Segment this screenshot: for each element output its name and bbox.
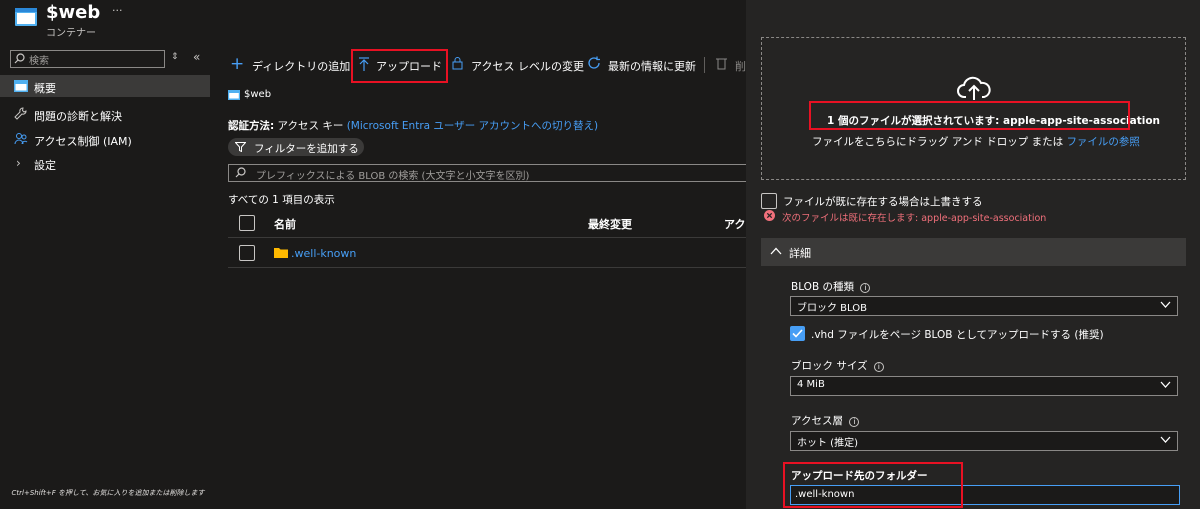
overwrite-label: ファイルが既に存在する場合は上書きする xyxy=(783,196,983,208)
folder-highlight xyxy=(783,462,963,508)
blob-search-placeholder: プレフィックスによる BLOB の検索 (大文字と小文字を区別) xyxy=(256,171,530,182)
people-icon xyxy=(14,132,28,145)
keyboard-hint: Ctrl+Shift+F を押して、お気に入りを追加または削除します xyxy=(11,489,205,497)
wrench-icon xyxy=(14,107,27,120)
trash-icon xyxy=(716,56,727,70)
details-title: 詳細 xyxy=(789,247,811,260)
select-all-checkbox[interactable] xyxy=(239,215,255,231)
table-header: 名前 最終変更 アク xyxy=(228,210,750,238)
chevron-down-icon xyxy=(1160,381,1171,388)
sidebar-item-label: 問題の診断と解決 xyxy=(34,110,122,123)
blob-type-label: BLOB の種類 i xyxy=(791,279,871,294)
access-tier-value: ホット (推定) xyxy=(797,438,858,449)
browse-files-link[interactable]: ファイルの参照 xyxy=(1066,136,1140,148)
drop-instructions: ファイルをこちらにドラッグ アンド ドロップ または ファイルの参照 xyxy=(812,134,1140,149)
filter-label: フィルターを追加する xyxy=(254,143,359,155)
collapse-icon[interactable]: « xyxy=(193,50,200,64)
sidebar-item-iam[interactable]: アクセス制御 (IAM) xyxy=(0,128,210,150)
refresh-label: 最新の情報に更新 xyxy=(608,60,696,73)
chevron-down-icon xyxy=(1160,436,1171,443)
folder-link[interactable]: .well-known xyxy=(291,247,356,260)
info-icon[interactable]: i xyxy=(849,417,860,427)
column-modified[interactable]: 最終変更 xyxy=(588,216,632,232)
auth-switch-link[interactable]: (Microsoft Entra ユーザー アカウントへの切り替え) xyxy=(347,120,598,132)
breadcrumb-label: $web xyxy=(244,89,272,100)
folder-icon xyxy=(274,247,288,258)
vhd-checkbox[interactable] xyxy=(790,326,805,341)
block-size-value: 4 MiB xyxy=(797,379,825,390)
access-level-label: アクセス レベルの変更 xyxy=(471,60,584,73)
auth-method: 認証方法: アクセス キー (Microsoft Entra ユーザー アカウン… xyxy=(228,118,598,133)
plus-icon: + xyxy=(230,54,245,74)
sidebar-item-diagnose[interactable]: 問題の診断と解決 xyxy=(0,103,210,125)
block-size-label-text: ブロック サイズ xyxy=(791,360,868,372)
access-tier-select[interactable]: ホット (推定) xyxy=(790,431,1178,451)
overview-icon xyxy=(14,80,28,92)
vhd-label: .vhd ファイルをページ BLOB としてアップロードする (推奨) xyxy=(811,329,1104,341)
filter-button[interactable]: フィルターを追加する xyxy=(228,138,364,156)
access-tier-label-text: アクセス層 xyxy=(791,415,843,427)
table-row[interactable]: .well-known xyxy=(228,240,750,268)
more-button[interactable]: ··· xyxy=(112,4,123,17)
toolbar-divider xyxy=(704,57,705,73)
access-tier-label: アクセス層 i xyxy=(791,413,860,428)
sidebar-search-placeholder: 検索 xyxy=(29,56,49,67)
chevron-down-icon xyxy=(1160,301,1171,308)
refresh-icon xyxy=(587,56,601,70)
container-small-icon xyxy=(228,90,240,100)
sidebar-item-label: アクセス制御 (IAM) xyxy=(34,135,132,148)
container-icon xyxy=(15,8,37,26)
sidebar-item-label: 概要 xyxy=(34,82,56,95)
sidebar-search[interactable]: 検索 xyxy=(10,50,165,68)
error-text: 次のファイルは既に存在します: apple-app-site-associati… xyxy=(782,213,1047,224)
blob-type-select[interactable]: ブロック BLOB xyxy=(790,296,1178,316)
drop-text: ファイルをこちらにドラッグ アンド ドロップ または xyxy=(812,136,1064,148)
details-section-header[interactable]: 詳細 xyxy=(761,238,1186,266)
selected-file-highlight xyxy=(809,101,1130,130)
info-icon[interactable]: i xyxy=(873,362,884,372)
column-access[interactable]: アク xyxy=(724,216,745,232)
upload-highlight xyxy=(351,49,448,83)
search-icon xyxy=(14,53,25,64)
blob-type-label-text: BLOB の種類 xyxy=(791,281,854,293)
page-subtitle: コンテナー xyxy=(46,28,96,39)
column-name[interactable]: 名前 xyxy=(274,216,296,232)
sort-icon[interactable]: ⇕ xyxy=(171,52,179,62)
page-title: $web xyxy=(46,2,101,23)
sidebar-item-label: 設定 xyxy=(34,159,56,172)
block-size-label: ブロック サイズ i xyxy=(791,358,884,373)
item-count: すべての 1 項目の表示 xyxy=(228,194,335,206)
sidebar-item-settings[interactable]: › 設定 xyxy=(0,152,210,174)
block-size-select[interactable]: 4 MiB xyxy=(790,376,1178,396)
error-icon xyxy=(764,210,775,221)
auth-value: アクセス キー xyxy=(277,120,344,132)
cloud-upload-icon xyxy=(956,75,992,101)
blob-type-value: ブロック BLOB xyxy=(797,303,867,314)
info-icon[interactable]: i xyxy=(860,283,871,293)
delete-label: 削 xyxy=(735,60,746,73)
overwrite-checkbox[interactable] xyxy=(761,193,777,209)
blob-search-input[interactable]: プレフィックスによる BLOB の検索 (大文字と小文字を区別) xyxy=(228,164,750,182)
chevron-right-icon: › xyxy=(16,156,21,170)
search-icon xyxy=(235,167,246,178)
lock-icon xyxy=(452,56,463,70)
chevron-up-icon xyxy=(770,247,782,255)
filter-icon xyxy=(235,142,246,152)
row-checkbox[interactable] xyxy=(239,245,255,261)
add-directory-label: ディレクトリの追加 xyxy=(252,60,351,73)
sidebar-item-overview[interactable]: 概要 xyxy=(0,75,210,97)
auth-label: 認証方法: xyxy=(228,120,275,132)
